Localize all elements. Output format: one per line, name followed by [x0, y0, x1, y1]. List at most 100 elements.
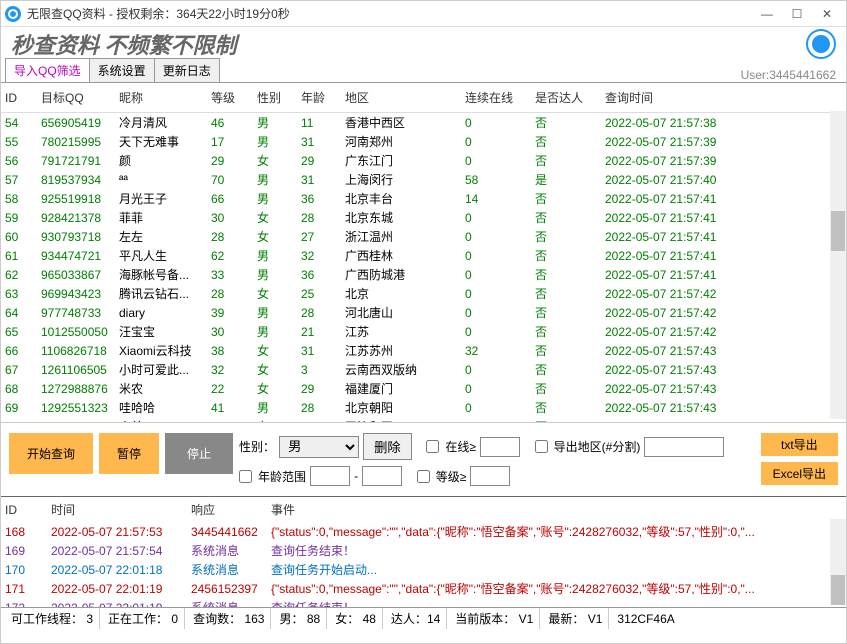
log-cell: 2022-05-07 21:57:53 [47, 522, 187, 541]
online-input[interactable] [480, 437, 520, 457]
cell: 0 [461, 246, 531, 265]
cell: 928421378 [37, 208, 115, 227]
stop-button[interactable]: 停止 [165, 433, 233, 474]
minimize-button[interactable]: — [752, 3, 782, 25]
cell: 29 [207, 151, 253, 170]
table-row[interactable]: 55780215995天下无难事17男31河南郑州0否2022-05-07 21… [1, 132, 846, 151]
table-row[interactable]: 661106826718Xiaomi云科技38女31江苏苏州32否2022-05… [1, 341, 846, 360]
cell: 0 [461, 132, 531, 151]
cell: 否 [531, 113, 601, 133]
cell: 女 [253, 341, 297, 360]
table-row[interactable]: 58925519918月光王子66男36北京丰台14否2022-05-07 21… [1, 189, 846, 208]
cell: 北京丰台 [341, 189, 461, 208]
pause-button[interactable]: 暂停 [99, 433, 159, 474]
online-checkbox[interactable] [426, 440, 439, 453]
table-row[interactable]: 63969943423腾讯云钻石...28女25北京0否2022-05-07 2… [1, 284, 846, 303]
cell: 江苏苏州 [341, 341, 461, 360]
col-area[interactable]: 地区 [341, 83, 461, 113]
cell: 31 [297, 132, 341, 151]
delete-button[interactable]: 删除 [363, 433, 412, 460]
log-table[interactable]: ID 时间 响应 事件 1682022-05-07 21:57:53344544… [1, 497, 846, 607]
log-col-resp[interactable]: 响应 [187, 497, 267, 522]
cell: 62 [1, 265, 37, 284]
cell: 60 [1, 227, 37, 246]
data-table[interactable]: ID 目标QQ 昵称 等级 性别 年龄 地区 连续在线 是否达人 查询时间 54… [1, 83, 846, 423]
log-row[interactable]: 1702022-05-07 22:01:18系统消息查询任务开始启动... [1, 560, 846, 579]
cell: 29 [297, 151, 341, 170]
col-age[interactable]: 年龄 [297, 83, 341, 113]
cell: 否 [531, 322, 601, 341]
level-input[interactable] [470, 466, 510, 486]
table-row[interactable]: 64977748733diary39男28河北唐山0否2022-05-07 21… [1, 303, 846, 322]
age-min-input[interactable] [310, 466, 350, 486]
log-row[interactable]: 1712022-05-07 22:01:192456152397{"status… [1, 579, 846, 598]
cell: 冷月清风 [115, 113, 207, 133]
table-row[interactable]: 62965033867海豚帐号备...33男36广西防城港0否2022-05-0… [1, 265, 846, 284]
log-row[interactable]: 1722022-05-07 22:01:19系统消息查询任务结束！ [1, 598, 846, 607]
scroll-thumb[interactable] [831, 211, 845, 251]
cell: 男 [253, 189, 297, 208]
cell: 1012550050 [37, 322, 115, 341]
cell: 0 [461, 322, 531, 341]
table-row[interactable]: 691292551323哇哈哈41男28北京朝阳0否2022-05-07 21:… [1, 398, 846, 417]
cell: 63 [1, 284, 37, 303]
maximize-button[interactable]: ☐ [782, 3, 812, 25]
table-row[interactable]: 681272988876米农22女29福建厦门0否2022-05-07 21:5… [1, 379, 846, 398]
cell: 36 [297, 189, 341, 208]
level-checkbox[interactable] [417, 470, 430, 483]
col-time[interactable]: 查询时间 [601, 83, 846, 113]
cell: 28 [297, 417, 341, 423]
col-qq[interactable]: 目标QQ [37, 83, 115, 113]
table-row[interactable]: 61934474721平凡人生62男32广西桂林0否2022-05-07 21:… [1, 246, 846, 265]
sex-select[interactable]: 男 [279, 436, 359, 458]
table-row[interactable]: 701329607450小美32女28天津和平0否2022-05-07 21:5… [1, 417, 846, 423]
age-label: 年龄范围 [258, 468, 306, 485]
table-row[interactable]: 56791721791颜29女29广东江门0否2022-05-07 21:57:… [1, 151, 846, 170]
sex-label: 性别： [239, 438, 275, 455]
log-col-id[interactable]: ID [1, 497, 47, 522]
tab-import[interactable]: 导入QQ筛选 [5, 58, 90, 82]
table-row[interactable]: 59928421378菲菲30女28北京东城0否2022-05-07 21:57… [1, 208, 846, 227]
cell: 天下无难事 [115, 132, 207, 151]
controls-panel: 开始查询 暂停 停止 性别： 男 删除 在线≥ 导出地区(#分割) 年龄范围 -… [1, 423, 846, 497]
cell: 2022-05-07 21:57:39 [601, 151, 846, 170]
table-row[interactable]: 671261106505小时可爱此...32女3云南西双版纳0否2022-05-… [1, 360, 846, 379]
col-nick[interactable]: 昵称 [115, 83, 207, 113]
cell: 颜 [115, 151, 207, 170]
txt-export-button[interactable]: txt导出 [761, 433, 838, 456]
col-level[interactable]: 等级 [207, 83, 253, 113]
tab-changelog[interactable]: 更新日志 [154, 58, 220, 82]
area-input[interactable] [644, 437, 724, 457]
log-col-time[interactable]: 时间 [47, 497, 187, 522]
col-sex[interactable]: 性别 [253, 83, 297, 113]
age-checkbox[interactable] [239, 470, 252, 483]
start-button[interactable]: 开始查询 [9, 433, 93, 474]
cell: 11 [297, 113, 341, 133]
table-row[interactable]: 651012550050汪宝宝30男21江苏0否2022-05-07 21:57… [1, 322, 846, 341]
cell: 25 [297, 284, 341, 303]
log-col-event[interactable]: 事件 [267, 497, 846, 522]
table-scrollbar[interactable] [830, 111, 846, 419]
cell: 819537934 [37, 170, 115, 189]
table-row[interactable]: 57819537934ªª70男31上海闵行58是2022-05-07 21:5… [1, 170, 846, 189]
log-row[interactable]: 1692022-05-07 21:57:54系统消息查询任务结束！ [1, 541, 846, 560]
col-daren[interactable]: 是否达人 [531, 83, 601, 113]
table-row[interactable]: 60930793718左左28女27浙江温州0否2022-05-07 21:57… [1, 227, 846, 246]
close-button[interactable]: ✕ [812, 3, 842, 25]
age-max-input[interactable] [362, 466, 402, 486]
cell: 62 [207, 246, 253, 265]
cell: 0 [461, 265, 531, 284]
log-row[interactable]: 1682022-05-07 21:57:533445441662{"status… [1, 522, 846, 541]
col-online[interactable]: 连续在线 [461, 83, 531, 113]
cell: 28 [297, 398, 341, 417]
excel-export-button[interactable]: Excel导出 [761, 462, 838, 485]
cell: 791721791 [37, 151, 115, 170]
tab-settings[interactable]: 系统设置 [89, 58, 155, 82]
log-cell: 171 [1, 579, 47, 598]
log-scrollbar[interactable] [830, 519, 846, 605]
log-scroll-thumb[interactable] [831, 575, 845, 605]
cell: 65 [1, 322, 37, 341]
table-row[interactable]: 54656905419冷月清风46男11香港中西区0否2022-05-07 21… [1, 113, 846, 133]
area-checkbox[interactable] [535, 440, 548, 453]
col-id[interactable]: ID [1, 83, 37, 113]
